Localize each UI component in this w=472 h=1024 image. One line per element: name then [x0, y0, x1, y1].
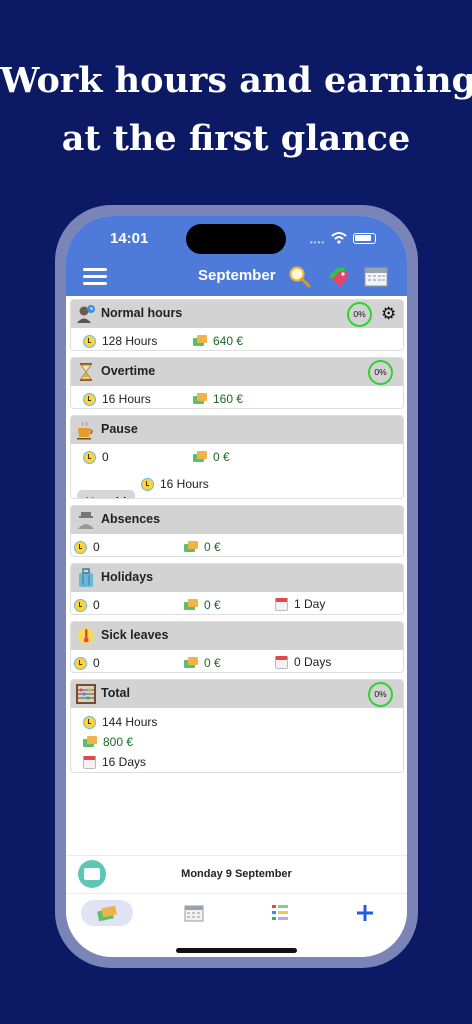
battery-icon — [353, 233, 376, 244]
percent-badge: 0% — [347, 302, 372, 327]
hours-value: 144 Hours — [83, 714, 157, 730]
card-normal-hours[interactable]: Normal hours 0% ⚙ 128 Hours 640 € — [70, 299, 404, 351]
hours-value: 0 — [74, 655, 100, 671]
card-title: Absences — [101, 512, 161, 526]
tab-add[interactable] — [339, 900, 391, 926]
worker-icon — [77, 305, 95, 323]
money-icon — [184, 657, 198, 669]
hourglass-icon — [80, 363, 92, 381]
status-time: 14:01 — [110, 230, 149, 247]
absent-person-icon — [78, 512, 94, 529]
days-value: 16 Days — [83, 754, 146, 770]
search-icon[interactable] — [287, 264, 313, 290]
card-holidays[interactable]: Holidays 0 0 € 1 Day — [70, 563, 404, 615]
card-title: Overtime — [101, 364, 156, 378]
days-value: 0 Days — [275, 654, 331, 670]
gear-icon[interactable]: ⚙ — [381, 305, 396, 322]
clock-icon — [74, 540, 87, 554]
wifi-icon — [331, 232, 347, 244]
signal-icon: •••• — [310, 238, 326, 247]
card-sick-leaves[interactable]: Sick leaves 0 0 € 0 Days — [70, 621, 404, 673]
money-value: 0 € — [193, 449, 230, 465]
money-icon — [184, 599, 198, 611]
date-strip: Monday 9 September — [66, 855, 407, 893]
list-icon — [272, 905, 288, 920]
money-value: 160 € — [193, 391, 243, 407]
dynamic-island — [186, 224, 286, 254]
calendar-day-icon — [275, 655, 288, 669]
card-title: Sick leaves — [101, 628, 169, 642]
money-icon — [193, 451, 207, 463]
money-value: 0 € — [184, 655, 221, 671]
tab-list[interactable] — [254, 900, 306, 926]
card-title: Normal hours — [101, 306, 183, 320]
headline: Work hours and earning at the first glan… — [0, 52, 472, 168]
abacus-icon — [76, 684, 96, 704]
menu-icon[interactable] — [83, 268, 107, 286]
card-header: Pause — [71, 416, 403, 444]
card-pause[interactable]: Pause 0 0 € Unpaid 16 Hours — [70, 415, 404, 499]
card-header: Holidays — [71, 564, 403, 592]
money-icon — [193, 393, 207, 405]
clock-icon — [83, 715, 96, 729]
hours-value: 0 — [74, 539, 100, 555]
coffee-icon — [77, 421, 93, 440]
tab-earnings[interactable] — [81, 900, 133, 926]
card-title: Total — [101, 686, 130, 700]
money-value: 800 € — [83, 734, 133, 750]
tab-calendar[interactable] — [168, 900, 220, 926]
status-bar: 14:01 •••• — [66, 216, 407, 264]
calendar-day-icon — [275, 597, 288, 611]
current-date: Monday 9 September — [181, 868, 292, 880]
calendar-grid-icon — [184, 905, 204, 922]
percent-badge: 0% — [368, 682, 393, 707]
hours-value: 0 — [74, 597, 100, 613]
thermometer-icon — [78, 628, 94, 644]
money-value: 0 € — [184, 539, 221, 555]
card-title: Pause — [101, 422, 138, 436]
app-bar: September — [66, 264, 407, 296]
money-icon — [184, 541, 198, 553]
month-title: September — [198, 267, 276, 284]
tab-bar — [66, 893, 407, 957]
card-header: Normal hours 0% ⚙ — [71, 300, 403, 328]
card-header: Sick leaves — [71, 622, 403, 650]
hours-value: 16 Hours — [83, 391, 151, 407]
clock-icon — [83, 392, 96, 406]
card-absences[interactable]: Absences 0 0 € — [70, 505, 404, 557]
tags-icon[interactable] — [325, 264, 351, 290]
clock-icon — [74, 656, 87, 670]
plus-icon — [357, 905, 373, 921]
money-stack-icon — [97, 905, 117, 922]
clock-icon — [141, 477, 154, 491]
phone-screen: 14:01 •••• September Normal hours 0% ⚙ 1… — [66, 216, 407, 957]
card-header: Total 0% — [71, 680, 403, 708]
money-value: 0 € — [184, 597, 221, 613]
calendar-day-icon — [83, 755, 96, 769]
days-value: 1 Day — [275, 596, 325, 612]
headline-line-2: at the first glance — [61, 118, 411, 159]
card-overtime[interactable]: Overtime 0% 16 Hours 160 € — [70, 357, 404, 409]
card-title: Holidays — [101, 570, 154, 584]
unpaid-hours-value: 16 Hours — [141, 476, 209, 492]
clock-icon — [83, 450, 96, 464]
clock-icon — [74, 598, 87, 612]
card-header: Absences — [71, 506, 403, 534]
suitcase-icon — [79, 568, 93, 587]
hours-value: 128 Hours — [83, 333, 157, 349]
percent-badge: 0% — [368, 360, 393, 385]
card-header: Overtime 0% — [71, 358, 403, 386]
unpaid-button[interactable]: Unpaid — [77, 490, 135, 498]
clock-icon — [83, 334, 96, 348]
card-total[interactable]: Total 0% 144 Hours 800 € 16 Days — [70, 679, 404, 773]
calendar-icon[interactable] — [363, 264, 389, 290]
money-icon — [193, 335, 207, 347]
headline-line-1: Work hours and earning — [0, 60, 472, 101]
money-icon — [83, 736, 97, 748]
hours-value: 0 — [83, 449, 109, 465]
home-indicator — [176, 948, 297, 953]
money-value: 640 € — [193, 333, 243, 349]
